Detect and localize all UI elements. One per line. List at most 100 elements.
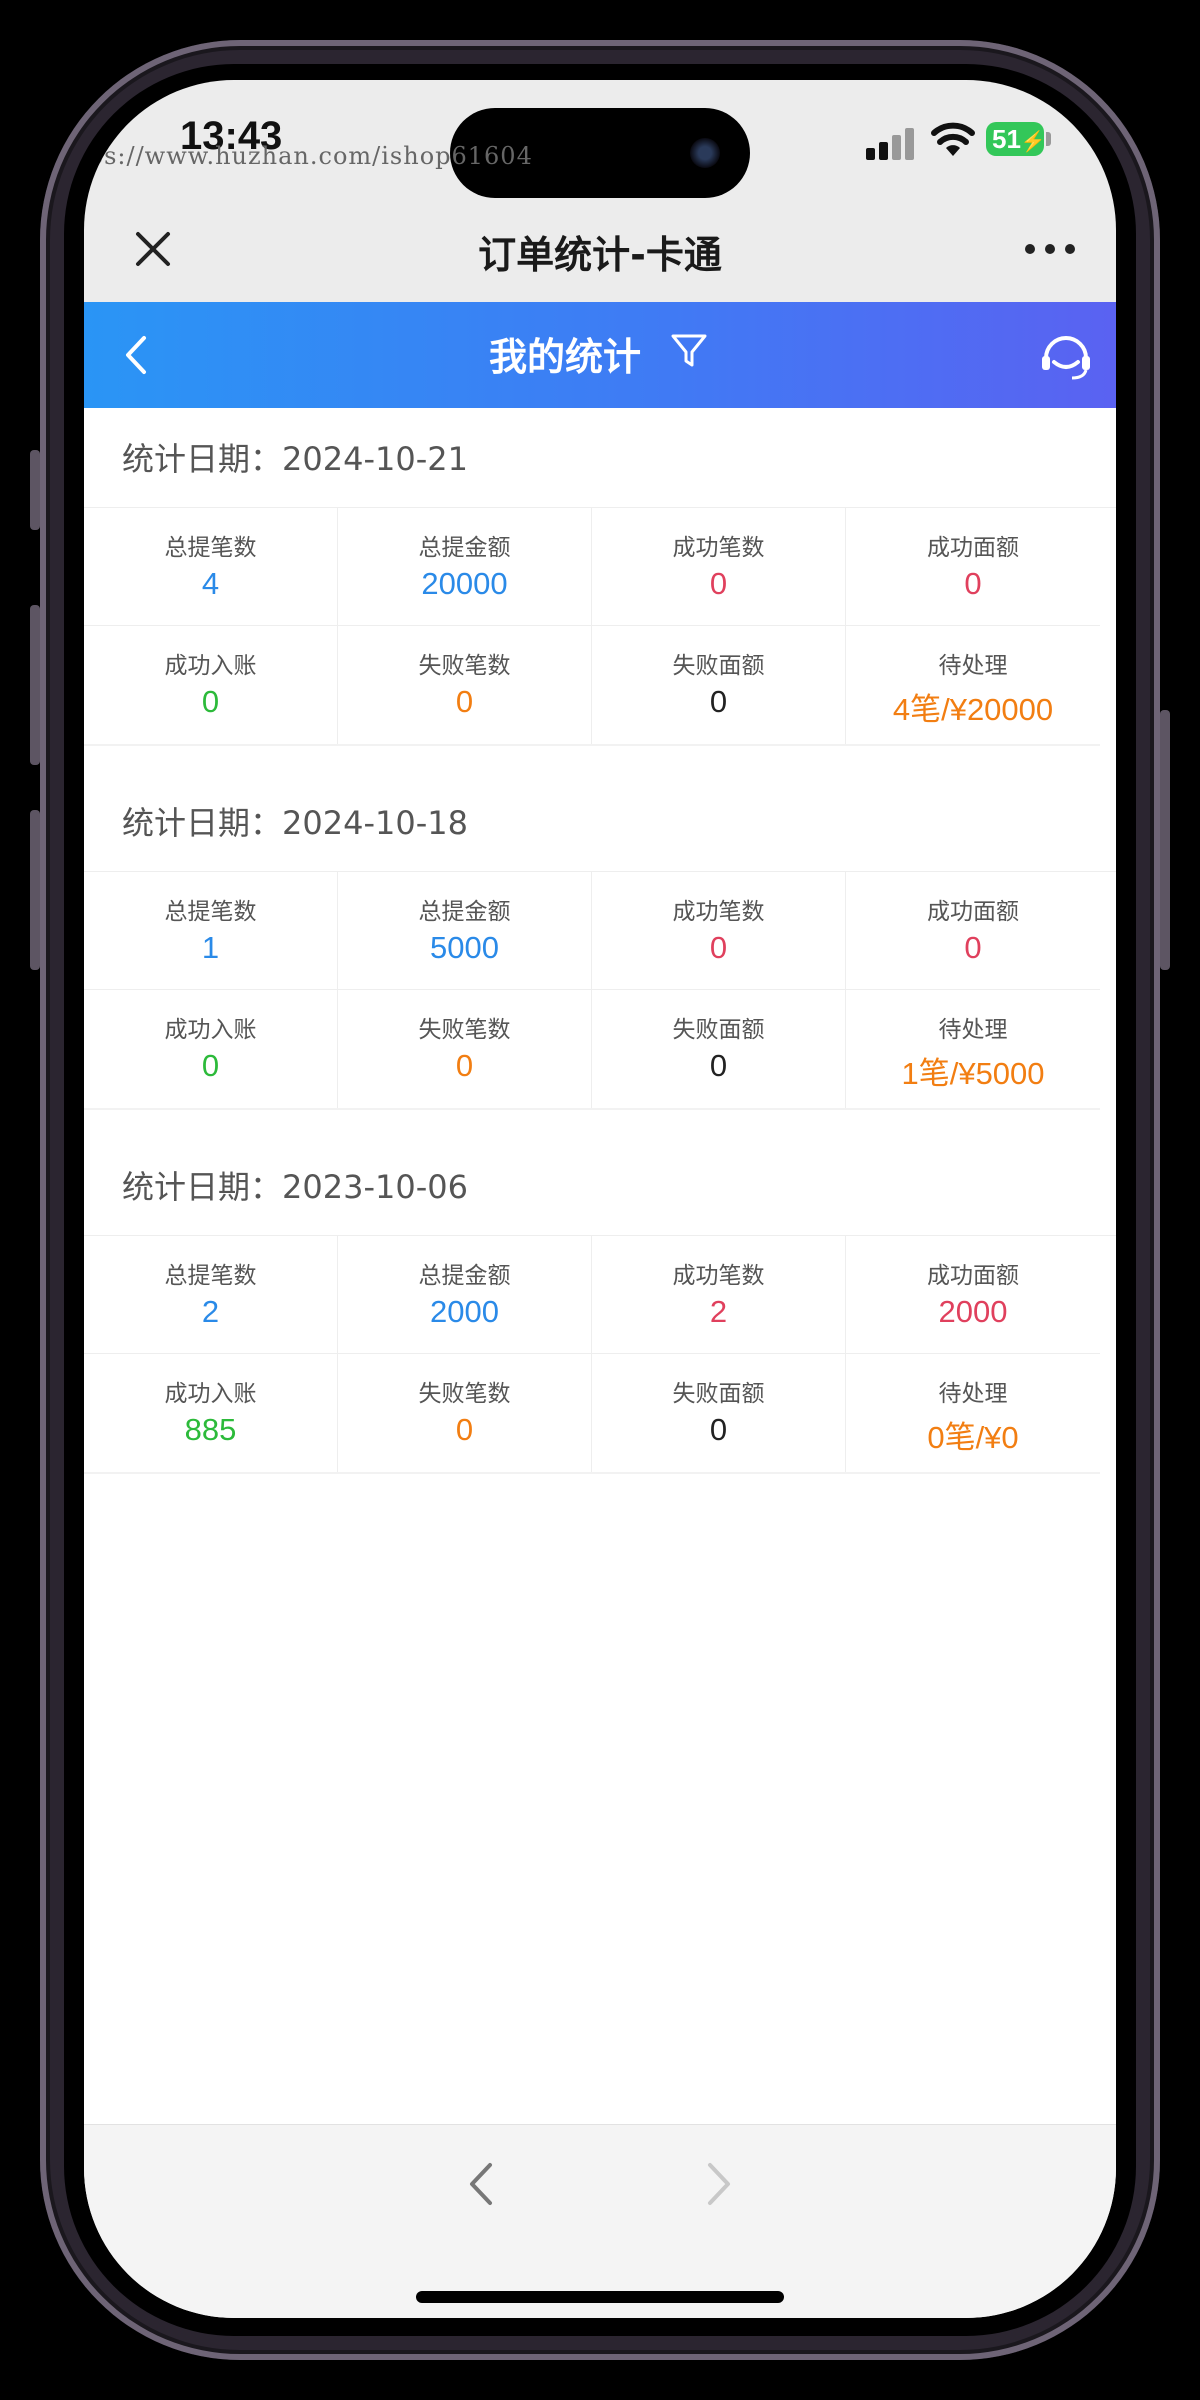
stat-value: 0 [455,1412,474,1447]
stat-label: 总提笔数 [164,1263,257,1289]
stat-label: 失败笔数 [418,1381,511,1407]
stat-label: 总提笔数 [164,535,257,561]
stat-value: 4 [201,566,220,601]
stat-label: 成功笔数 [672,899,765,925]
stat-value: 885 [184,1412,237,1447]
stat-value: 2000 [938,1294,1008,1329]
stat-label: 失败笔数 [418,653,511,679]
stats-card: 统计日期：2024-10-21 总提笔数 4 总提金额 20000 成功笔数 0 成功… [84,408,1116,772]
page-title: 订单统计-卡通 [478,233,722,277]
stat-value: 1 [201,930,220,965]
stat-label: 成功入账 [164,1381,257,1407]
stat-success-count: 成功笔数 0 [592,508,846,626]
stat-label: 失败面额 [672,1381,765,1407]
screen: 13:43 https://www.huzhan.com/ishop61604 … [84,80,1116,2318]
stat-value: 5000 [430,930,499,965]
stat-total-amount: 总提金额 20000 [338,508,592,626]
stat-value: 0 [709,930,728,965]
stats-list: 统计日期：2024-10-21 总提笔数 4 总提金额 20000 成功笔数 0 成功… [84,408,1116,2130]
stat-success-count: 成功笔数 0 [592,872,846,990]
stat-fail-count: 失败笔数 0 [338,1354,592,1472]
stat-label: 总提金额 [418,899,511,925]
stat-value: 0 [964,930,982,965]
stat-success-face-value: 成功面额 0 [846,508,1100,626]
stats-header: 我的统计 [84,302,1116,408]
volume-down-button [30,810,40,970]
stats-card: 统计日期：2023-10-06 总提笔数 2 总提金额 2000 成功笔数 2 成功面… [84,1136,1116,1500]
stat-total-count: 总提笔数 4 [84,508,338,626]
home-indicator[interactable] [416,2291,784,2303]
stat-label: 成功入账 [164,653,257,679]
stat-label: 总提金额 [418,1263,511,1289]
volume-up-button [30,605,40,765]
stat-value: 0 [964,566,982,601]
stats-date: 统计日期：2024-10-21 [84,408,1116,508]
stat-label: 成功面额 [927,1263,1019,1289]
stat-value: 0 [709,684,728,719]
stat-fail-face-value: 失败面额 0 [592,990,846,1108]
stat-label: 待处理 [938,1381,1008,1407]
filter-icon[interactable] [670,332,708,370]
stat-value: 2 [201,1294,220,1329]
stats-date: 统计日期：2024-10-18 [84,772,1116,872]
stat-value: 0 [709,1412,728,1447]
stats-grid: 总提笔数 4 总提金额 20000 成功笔数 0 成功面额 0 成功入账 0 失败笔数 0 … [84,508,1100,746]
stat-label: 失败面额 [672,653,765,679]
stat-label: 待处理 [938,653,1008,679]
stat-label: 总提笔数 [164,899,257,925]
stat-fail-face-value: 失败面额 0 [592,626,846,744]
stat-success-credited: 成功入账 0 [84,626,338,744]
stat-value: 0 [455,684,474,719]
stat-label: 待处理 [938,1017,1008,1043]
stat-value: 0 [455,1048,474,1083]
stat-value: 0 [709,566,728,601]
watermark: https://www.huzhan.com/ishop61604 [84,142,533,170]
stat-value: 0笔/¥0 [927,1420,1019,1455]
stats-date: 统计日期：2023-10-06 [84,1136,1116,1236]
stat-total-count: 总提笔数 2 [84,1236,338,1354]
nav-back-icon[interactable] [458,2159,508,2209]
stats-grid: 总提笔数 2 总提金额 2000 成功笔数 2 成功面额 2000 成功入账 885 失败… [84,1236,1100,1474]
stat-pending: 待处理 1笔/¥5000 [846,990,1100,1108]
stat-fail-count: 失败笔数 0 [338,990,592,1108]
stat-label: 成功笔数 [672,1263,765,1289]
stat-success-credited: 成功入账 0 [84,990,338,1108]
stat-label: 成功入账 [164,1017,257,1043]
camera-icon [690,138,720,168]
stat-label: 成功笔数 [672,535,765,561]
battery-level: 51 [992,124,1021,154]
stats-grid: 总提笔数 1 总提金额 5000 成功笔数 0 成功面额 0 成功入账 0 失败笔数 0 失… [84,872,1100,1110]
stat-label: 成功面额 [927,535,1019,561]
action-button [30,450,40,530]
stat-label: 失败笔数 [418,1017,511,1043]
stat-label: 总提金额 [418,535,511,561]
stat-value: 0 [201,684,220,719]
stat-value: 2000 [430,1294,499,1329]
stat-value: 20000 [421,566,508,601]
customer-service-icon[interactable] [1038,328,1094,384]
stat-success-face-value: 成功面额 2000 [846,1236,1100,1354]
stat-label: 失败面额 [672,1017,765,1043]
header-title: 我的统计 [488,335,641,379]
stat-fail-count: 失败笔数 0 [338,626,592,744]
stat-value: 0 [709,1048,728,1083]
title-bar: 订单统计-卡通 [84,200,1116,302]
stat-success-credited: 成功入账 885 [84,1354,338,1472]
stats-card: 统计日期：2024-10-18 总提笔数 1 总提金额 5000 成功笔数 0 成功面… [84,772,1116,1136]
stat-value: 0 [201,1048,220,1083]
nav-forward-icon[interactable] [692,2159,742,2209]
more-icon[interactable] [1020,234,1080,264]
battery-tip [1046,132,1051,146]
stat-total-amount: 总提金额 2000 [338,1236,592,1354]
stat-pending: 待处理 0笔/¥0 [846,1354,1100,1472]
stat-label: 成功面额 [927,899,1019,925]
power-button [1160,710,1170,970]
stat-value: 1笔/¥5000 [901,1056,1045,1091]
stat-pending: 待处理 4笔/¥20000 [846,626,1100,744]
wifi-icon [931,122,975,156]
stat-value: 4笔/¥20000 [892,692,1054,727]
battery-icon: 51⚡ [986,122,1046,156]
stat-total-count: 总提笔数 1 [84,872,338,990]
stat-success-count: 成功笔数 2 [592,1236,846,1354]
cellular-signal-icon [866,126,918,160]
